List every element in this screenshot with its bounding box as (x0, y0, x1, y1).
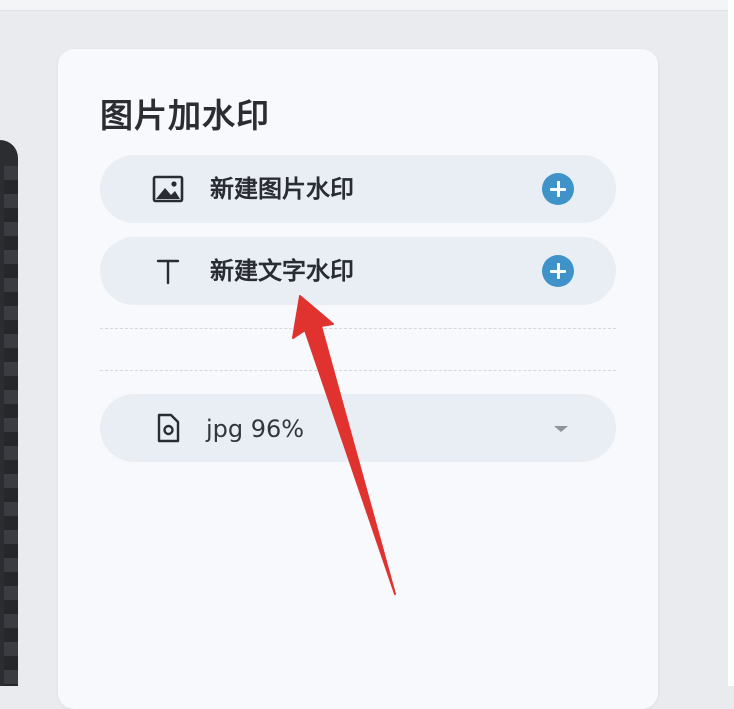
top-window-strip (0, 0, 734, 11)
plus-circle-icon[interactable] (542, 173, 574, 205)
text-icon (152, 255, 184, 287)
new-text-watermark-button[interactable]: 新建文字水印 (100, 237, 616, 305)
chevron-down-icon[interactable] (554, 426, 568, 432)
divider (100, 370, 616, 371)
watermark-panel: 图片加水印 新建图片水印 新建文字水印 jpg 96% (58, 49, 658, 709)
divider (100, 328, 616, 329)
right-edge-strip (728, 0, 734, 686)
output-format-value: jpg 96% (206, 415, 305, 443)
new-image-watermark-label: 新建图片水印 (210, 175, 354, 203)
background-window-edge (0, 140, 18, 686)
plus-circle-icon[interactable] (542, 255, 574, 287)
output-format-select[interactable]: jpg 96% (100, 394, 616, 462)
file-settings-icon (152, 412, 184, 444)
panel-title: 图片加水印 (100, 96, 270, 135)
new-image-watermark-button[interactable]: 新建图片水印 (100, 155, 616, 223)
new-text-watermark-label: 新建文字水印 (210, 257, 354, 285)
image-icon (152, 173, 184, 205)
